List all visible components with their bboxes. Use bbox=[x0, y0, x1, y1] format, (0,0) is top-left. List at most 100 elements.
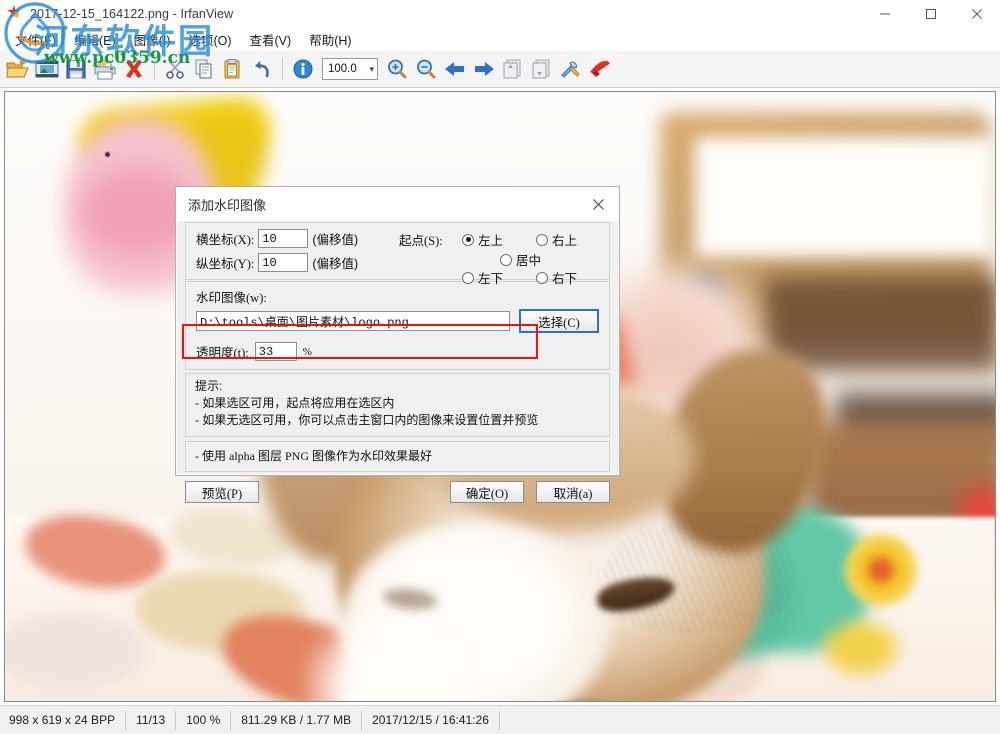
browse-button[interactable]: 选择(C) bbox=[519, 309, 599, 333]
radio-bottom-right-indicator bbox=[536, 271, 548, 284]
menu-image[interactable]: 图像(I) bbox=[125, 28, 180, 51]
menu-edit[interactable]: 编辑(E) bbox=[65, 28, 125, 51]
irfanview-window: 2017-12-15_164122.png - IrfanView 文件(F) … bbox=[0, 0, 1000, 734]
status-datetime: 2017/12/15 / 16:41:26 bbox=[362, 710, 500, 730]
radio-top-right-indicator bbox=[536, 233, 548, 246]
paste-icon[interactable] bbox=[219, 55, 247, 83]
watermark-dialog: 添加水印图像 横坐标(X): 10 (偏移值) 纵坐标(Y): 10 (偏移值)… bbox=[175, 186, 620, 503]
hint-line-1: - 如果选区可用，起点将应用在选区内 bbox=[195, 396, 395, 410]
transparency-input[interactable]: 33 bbox=[254, 342, 297, 361]
cut-icon[interactable] bbox=[161, 55, 189, 83]
window-controls bbox=[862, 0, 1000, 28]
zoom-out-icon[interactable] bbox=[412, 55, 440, 83]
open-folder-icon[interactable] bbox=[4, 55, 32, 83]
status-size: 811.29 KB / 1.77 MB bbox=[231, 710, 363, 730]
anchor-label: 起点(S): bbox=[399, 234, 443, 248]
ok-button[interactable]: 确定(O) bbox=[450, 481, 524, 503]
status-empty bbox=[500, 711, 1000, 730]
minimize-icon[interactable] bbox=[862, 0, 908, 28]
radio-top-right-label: 右上 bbox=[552, 234, 578, 248]
coord-x-row: 横坐标(X): 10 (偏移值) bbox=[196, 229, 396, 248]
dialog-footer: 预览(P) 确定(O) 取消(a) bbox=[185, 481, 610, 503]
preview-button[interactable]: 预览(P) bbox=[185, 481, 259, 503]
coord-x-suffix: (偏移值) bbox=[312, 233, 359, 247]
watermark-path-value: D:\tools\桌面\图片素材\logo.png bbox=[200, 315, 409, 330]
cancel-button-label: 取消(a) bbox=[553, 486, 593, 501]
menu-file[interactable]: 文件(F) bbox=[6, 28, 65, 51]
coord-x-input[interactable]: 10 bbox=[258, 229, 309, 248]
hints-title: 提示: bbox=[195, 379, 223, 393]
last-icon[interactable] bbox=[528, 55, 556, 83]
watermark-image-group: 水印图像(w): D:\tools\桌面\图片素材\logo.png 选择(C)… bbox=[185, 281, 610, 370]
radio-bottom-right-label: 右下 bbox=[552, 272, 578, 286]
coord-y-input[interactable]: 10 bbox=[258, 253, 309, 272]
coord-x-label: 横坐标(X): bbox=[196, 233, 255, 247]
settings-icon[interactable] bbox=[557, 55, 585, 83]
status-bar: 998 x 619 x 24 BPP 11/13 100 % 811.29 KB… bbox=[0, 705, 1000, 734]
paint-icon[interactable] bbox=[586, 55, 614, 83]
dialog-body: 横坐标(X): 10 (偏移值) 纵坐标(Y): 10 (偏移值) 起点(S):… bbox=[176, 222, 619, 503]
maximize-icon[interactable] bbox=[908, 0, 954, 28]
copy-icon[interactable] bbox=[190, 55, 218, 83]
watermark-path-input[interactable]: D:\tools\桌面\图片素材\logo.png bbox=[196, 311, 510, 331]
coord-y-label: 纵坐标(Y): bbox=[196, 257, 255, 271]
hints-box: 提示: - 如果选区可用，起点将应用在选区内 - 如果无选区可用，你可以点击主窗… bbox=[185, 373, 610, 437]
chevron-down-icon: ▾ bbox=[369, 63, 374, 74]
next-icon[interactable] bbox=[470, 55, 498, 83]
radio-top-right[interactable]: 右上 bbox=[536, 230, 577, 249]
print-icon[interactable] bbox=[91, 55, 119, 83]
menu-options[interactable]: 选项(O) bbox=[179, 28, 240, 51]
dialog-title: 添加水印图像 bbox=[188, 197, 267, 213]
coord-y-suffix: (偏移值) bbox=[312, 257, 359, 271]
coord-x-value: 10 bbox=[262, 231, 277, 246]
thumbnails-icon[interactable] bbox=[33, 55, 61, 83]
zoom-in-icon[interactable] bbox=[383, 55, 411, 83]
radio-bottom-left-indicator bbox=[462, 271, 474, 284]
note-box: - 使用 alpha 图层 PNG 图像作为水印效果最好 bbox=[185, 441, 610, 472]
delete-icon[interactable] bbox=[120, 55, 148, 83]
previous-icon[interactable] bbox=[441, 55, 469, 83]
toolbar-separator bbox=[282, 58, 283, 80]
radio-bottom-right[interactable]: 右下 bbox=[536, 268, 577, 287]
irfanview-star-icon bbox=[6, 5, 24, 23]
radio-top-left[interactable]: 左上 bbox=[462, 230, 503, 249]
radio-center-label: 居中 bbox=[516, 254, 542, 268]
transparency-label: 透明度(t): bbox=[196, 346, 249, 360]
transparency-unit: % bbox=[302, 345, 312, 358]
transparency-value: 33 bbox=[258, 344, 274, 359]
ok-button-label: 确定(O) bbox=[465, 486, 509, 501]
close-icon[interactable] bbox=[954, 0, 1000, 28]
menu-help[interactable]: 帮助(H) bbox=[300, 28, 360, 51]
radio-bottom-left[interactable]: 左下 bbox=[462, 268, 503, 287]
coord-y-row: 纵坐标(Y): 10 (偏移值) bbox=[196, 253, 396, 272]
menu-bar: 文件(F) 编辑(E) 图像(I) 选项(O) 查看(V) 帮助(H) bbox=[0, 28, 1000, 51]
radio-bottom-left-label: 左下 bbox=[478, 272, 504, 286]
first-icon[interactable] bbox=[499, 55, 527, 83]
undo-icon[interactable] bbox=[248, 55, 276, 83]
toolbar: 100.0 ▾ bbox=[0, 51, 1000, 88]
hint-line-2: - 如果无选区可用，你可以点击主窗口内的图像来设置位置并预览 bbox=[195, 413, 539, 427]
dialog-close-icon[interactable] bbox=[577, 187, 619, 221]
toolbar-separator bbox=[154, 58, 155, 80]
status-dimensions: 998 x 619 x 24 BPP bbox=[0, 710, 127, 730]
info-icon[interactable] bbox=[289, 55, 317, 83]
coord-y-value: 10 bbox=[262, 255, 277, 270]
zoom-value: 100.0 bbox=[328, 63, 357, 75]
watermark-image-label: 水印图像(w): bbox=[196, 291, 267, 305]
title-bar: 2017-12-15_164122.png - IrfanView bbox=[0, 0, 1000, 28]
dialog-title-bar: 添加水印图像 bbox=[176, 187, 619, 221]
status-index: 11/13 bbox=[126, 710, 177, 730]
window-title: 2017-12-15_164122.png - IrfanView bbox=[30, 7, 234, 21]
cancel-button[interactable]: 取消(a) bbox=[536, 481, 610, 503]
radio-center[interactable]: 居中 bbox=[500, 250, 541, 269]
radio-top-left-label: 左上 bbox=[478, 234, 504, 248]
radio-top-left-indicator bbox=[462, 233, 474, 246]
position-group: 横坐标(X): 10 (偏移值) 纵坐标(Y): 10 (偏移值) 起点(S):… bbox=[185, 222, 610, 286]
zoom-combobox[interactable]: 100.0 ▾ bbox=[322, 58, 378, 80]
browse-button-label: 选择(C) bbox=[538, 315, 580, 330]
menu-view[interactable]: 查看(V) bbox=[241, 28, 301, 51]
note-text: - 使用 alpha 图层 PNG 图像作为水印效果最好 bbox=[195, 449, 432, 463]
preview-button-label: 预览(P) bbox=[201, 486, 243, 501]
radio-center-indicator bbox=[500, 253, 512, 266]
save-icon[interactable] bbox=[62, 55, 90, 83]
